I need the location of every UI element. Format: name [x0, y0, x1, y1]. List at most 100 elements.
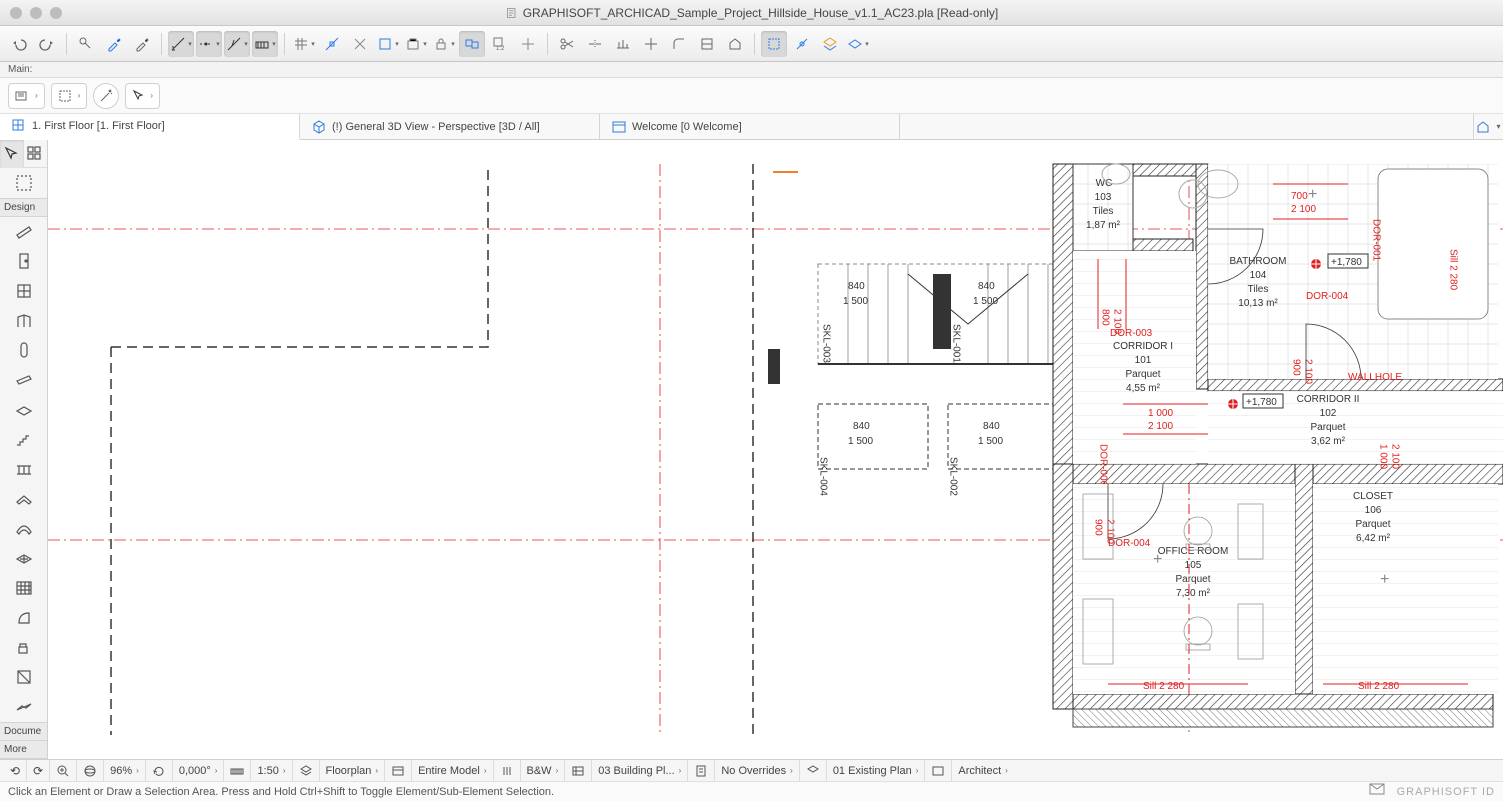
stair-tool[interactable]	[0, 425, 47, 455]
adjust-button[interactable]	[610, 31, 636, 57]
overrides-value[interactable]: No Overrides›	[715, 760, 799, 781]
renovation-button[interactable]: ▾	[845, 31, 871, 57]
role-value[interactable]: Architect›	[952, 760, 1013, 781]
zoom-window-button[interactable]	[50, 7, 62, 19]
zone-tool[interactable]	[0, 663, 47, 693]
corner-window-tool[interactable]	[0, 306, 47, 336]
compare-button[interactable]	[817, 31, 843, 57]
morph-tool[interactable]	[0, 603, 47, 633]
trace-button[interactable]	[789, 31, 815, 57]
intersect-button[interactable]	[638, 31, 664, 57]
rotate-icon[interactable]	[146, 760, 173, 781]
floorplan-icon	[12, 119, 26, 133]
undo-button[interactable]	[6, 31, 32, 57]
mesh-tool[interactable]	[0, 692, 47, 722]
inject-button[interactable]	[129, 31, 155, 57]
resize-button[interactable]	[694, 31, 720, 57]
svg-text:+: +	[1308, 186, 1317, 203]
filter-icon[interactable]	[385, 760, 412, 781]
plan-icon[interactable]	[800, 760, 827, 781]
minimize-window-button[interactable]	[30, 7, 42, 19]
layout-icon	[612, 120, 626, 134]
group-button[interactable]	[459, 31, 485, 57]
zoom-level[interactable]: 96%›	[104, 760, 146, 781]
eyedropper-button[interactable]	[101, 31, 127, 57]
geometry-dropdown[interactable]: ›	[51, 83, 88, 109]
svg-text:2 100: 2 100	[1303, 359, 1314, 384]
scale-button[interactable]: 1:2	[487, 31, 513, 57]
zoom-extent-button[interactable]	[50, 760, 77, 781]
guideline-button[interactable]: ▾	[196, 31, 222, 57]
scale-value[interactable]: 1:50›	[251, 760, 292, 781]
building-value[interactable]: 03 Building Pl...›	[592, 760, 688, 781]
svg-text:800: 800	[1100, 309, 1111, 326]
svg-text:1 500: 1 500	[848, 436, 873, 447]
arrow-tool[interactable]	[0, 140, 24, 168]
tab-welcome[interactable]: Welcome [0 Welcome]	[600, 114, 900, 139]
favorites-dropdown[interactable]: ›	[8, 83, 45, 109]
snap-guide-button[interactable]: ▾	[252, 31, 278, 57]
redo-button[interactable]	[34, 31, 60, 57]
role-icon[interactable]	[925, 760, 952, 781]
suspend-button[interactable]: ▾	[403, 31, 429, 57]
skylight-tool[interactable]	[0, 544, 47, 574]
svg-text:106: 106	[1365, 505, 1382, 516]
door-tool[interactable]	[0, 246, 47, 276]
split-button[interactable]	[582, 31, 608, 57]
angle-value[interactable]: 0,000°›	[173, 760, 225, 781]
model-value[interactable]: Entire Model›	[412, 760, 493, 781]
show-selection-button[interactable]	[761, 31, 787, 57]
align-button[interactable]	[515, 31, 541, 57]
toolbox: Design Docume More	[0, 140, 48, 759]
arrow-dropdown[interactable]: ›	[125, 83, 160, 109]
scale-icon[interactable]	[224, 760, 251, 781]
tab-floorplan[interactable]: 1. First Floor [1. First Floor]	[0, 114, 300, 140]
marquee-tool[interactable]	[0, 168, 47, 198]
roof-tool[interactable]	[0, 484, 47, 514]
railing-tool[interactable]	[0, 454, 47, 484]
override-icon[interactable]	[688, 760, 715, 781]
pick-tool-button[interactable]	[73, 31, 99, 57]
lock-button[interactable]: ▾	[431, 31, 457, 57]
fillet-button[interactable]	[666, 31, 692, 57]
pen-value[interactable]: B&W›	[521, 760, 566, 781]
box-button[interactable]: ▾	[375, 31, 401, 57]
window-controls	[10, 7, 62, 19]
nav-forward-button[interactable]: ⟳	[27, 760, 50, 781]
window-tool[interactable]	[0, 276, 47, 306]
grid-tool[interactable]	[24, 140, 48, 168]
object-tool[interactable]	[0, 633, 47, 663]
surface-snap-button[interactable]	[347, 31, 373, 57]
building-icon[interactable]	[565, 760, 592, 781]
measure-button[interactable]: ▾	[168, 31, 194, 57]
layer-icon[interactable]	[293, 760, 320, 781]
shell-tool[interactable]	[0, 514, 47, 544]
orbit-button[interactable]	[77, 760, 104, 781]
element-snap-button[interactable]	[319, 31, 345, 57]
navigator-button[interactable]: ▾	[1473, 114, 1503, 139]
trim-button[interactable]	[554, 31, 580, 57]
close-window-button[interactable]	[10, 7, 22, 19]
tab-3d-view[interactable]: (!) General 3D View - Perspective [3D / …	[300, 114, 600, 139]
nav-back-button[interactable]: ⟲	[4, 760, 27, 781]
beam-tool[interactable]	[0, 365, 47, 395]
svg-text:SKL-003: SKL-003	[821, 324, 832, 363]
brand-label: GRAPHISOFT ID	[1397, 786, 1495, 798]
grid-snap-button[interactable]: ▾	[291, 31, 317, 57]
edit-building-button[interactable]	[722, 31, 748, 57]
pen-icon[interactable]	[494, 760, 521, 781]
messages-icon[interactable]	[1369, 783, 1385, 800]
svg-text:102: 102	[1320, 408, 1337, 419]
wall-tool[interactable]	[0, 217, 47, 247]
magic-wand-button[interactable]	[93, 83, 119, 109]
curtain-wall-tool[interactable]	[0, 573, 47, 603]
drawing-canvas[interactable]: SKL-004 840 1 500 SKL-002 840 1 500 SKL-…	[48, 140, 1503, 759]
document-section-label: Docume	[0, 722, 47, 741]
svg-text:2 100: 2 100	[1112, 309, 1123, 334]
slab-tool[interactable]	[0, 395, 47, 425]
layer-value[interactable]: Floorplan›	[320, 760, 386, 781]
plan-value[interactable]: 01 Existing Plan›	[827, 760, 926, 781]
svg-text:900: 900	[1093, 519, 1104, 536]
column-tool[interactable]	[0, 336, 47, 366]
snap-point-button[interactable]: ▾	[224, 31, 250, 57]
